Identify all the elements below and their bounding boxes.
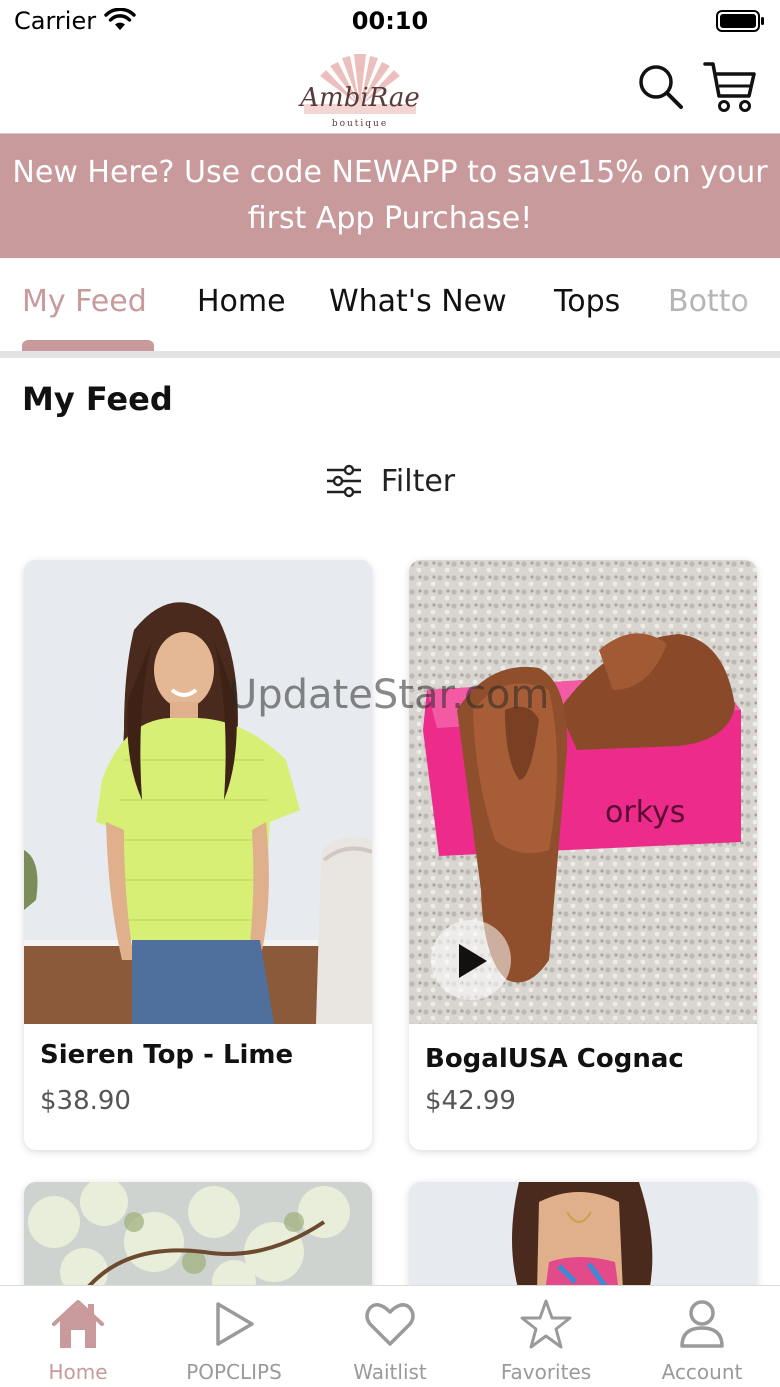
nav-waitlist[interactable]: Waitlist: [312, 1286, 468, 1387]
filter-button[interactable]: Filter: [0, 458, 780, 504]
battery-icon: [716, 10, 764, 32]
tab-tops[interactable]: Tops: [554, 284, 620, 319]
person-icon: [680, 1300, 724, 1348]
active-tab-indicator: [22, 340, 154, 351]
cart-icon[interactable]: [702, 58, 758, 114]
nav-home[interactable]: Home: [0, 1286, 156, 1387]
heart-icon: [365, 1303, 415, 1346]
search-icon[interactable]: [636, 62, 684, 110]
nav-label: Favorites: [500, 1360, 592, 1384]
nav-account[interactable]: Account: [624, 1286, 780, 1387]
tab-whats-new[interactable]: What's New: [329, 284, 507, 319]
tab-home[interactable]: Home: [197, 284, 286, 319]
clock: 00:10: [351, 7, 429, 35]
product-name: Sieren Top - Lime: [40, 1040, 294, 1070]
product-card[interactable]: orkys BogalUSA Cognac $42.99: [409, 560, 757, 1150]
product-name: BogalUSA Cognac: [425, 1044, 684, 1074]
play-icon: [216, 1302, 254, 1346]
product-info: Sieren Top - Lime $38.90: [24, 1024, 372, 1150]
product-image[interactable]: [409, 1182, 757, 1292]
product-card[interactable]: [409, 1182, 757, 1292]
sliders-icon: [326, 464, 361, 498]
nav-popclips[interactable]: POPCLIPS: [156, 1286, 312, 1387]
nav-favorites[interactable]: Favorites: [468, 1286, 624, 1387]
product-price: $38.90: [40, 1086, 131, 1116]
page-title: My Feed: [22, 380, 173, 418]
product-card[interactable]: Sieren Top - Lime $38.90: [24, 560, 372, 1150]
promo-banner[interactable]: New Here? Use code NEWAPP to save15% on …: [0, 134, 780, 258]
tab-bottoms[interactable]: Botto: [668, 284, 749, 319]
product-info: BogalUSA Cognac $42.99: [409, 1024, 757, 1150]
product-image[interactable]: [24, 560, 372, 1024]
nav-label: Waitlist: [353, 1360, 427, 1384]
status-bar: Carrier 00:10: [0, 0, 780, 44]
product-image[interactable]: orkys: [409, 560, 757, 1024]
bottom-nav: Home POPCLIPS Waitlist Favorites Account: [0, 1285, 780, 1387]
svg-text:boutique: boutique: [332, 119, 388, 129]
product-image[interactable]: [24, 1182, 372, 1292]
watermark: UpdateStar.com: [228, 672, 550, 718]
svg-text:AmbiRae: AmbiRae: [298, 83, 419, 113]
filter-label: Filter: [380, 463, 456, 499]
promo-text: New Here? Use code NEWAPP to save15% on …: [12, 155, 768, 236]
star-icon: [520, 1299, 572, 1349]
tab-my-feed[interactable]: My Feed: [22, 284, 147, 319]
app-header: AmbiRae boutique: [0, 44, 780, 134]
svg-text:orkys: orkys: [605, 795, 685, 830]
tabs-fade: [740, 258, 780, 350]
category-tabs: My Feed Home What's New Tops Botto: [0, 258, 780, 358]
home-icon: [52, 1300, 104, 1348]
nav-label: Account: [661, 1360, 743, 1384]
nav-label: Home: [48, 1360, 108, 1384]
nav-label: POPCLIPS: [186, 1360, 282, 1384]
product-price: $42.99: [425, 1086, 516, 1116]
product-card[interactable]: [24, 1182, 372, 1292]
brand-logo[interactable]: AmbiRae boutique: [290, 46, 430, 130]
